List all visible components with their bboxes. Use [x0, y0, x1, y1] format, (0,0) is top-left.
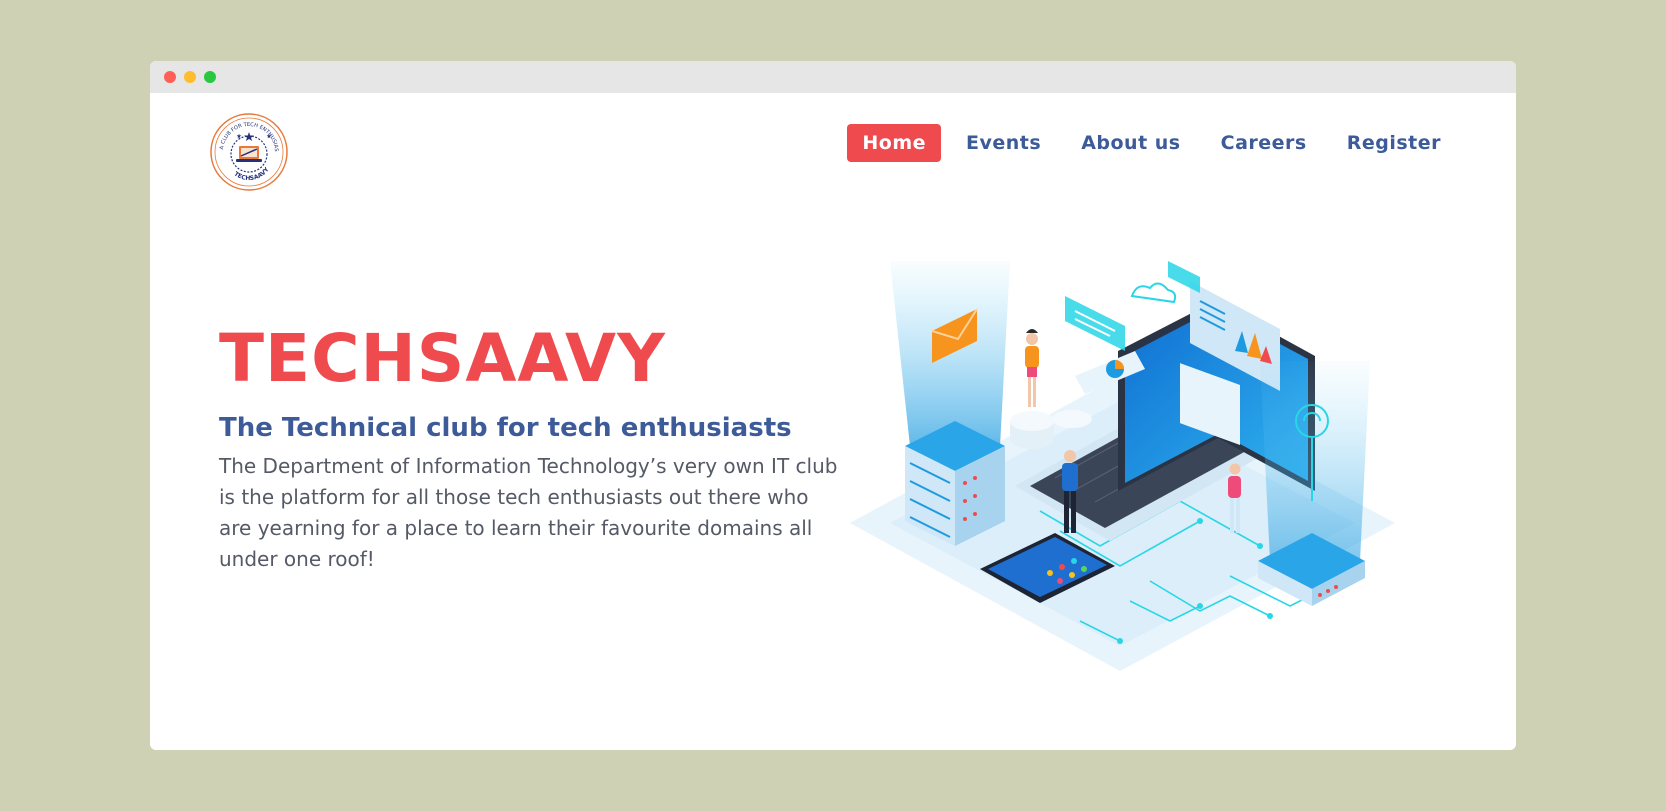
hero-description: The Department of Information Technology… [219, 454, 838, 571]
nav-careers[interactable]: Careers [1206, 124, 1322, 162]
window-titlebar [150, 61, 1516, 93]
nav-home[interactable]: Home [847, 124, 942, 162]
club-logo[interactable]: A CLUB FOR TECH ENTHUSIASTS TECHSAAVY [206, 108, 289, 192]
maximize-window-button[interactable] [204, 71, 216, 83]
hero-tagline: The Technical club for tech enthusiasts [219, 413, 792, 443]
isometric-tech-illustration-icon [850, 261, 1395, 671]
main-navigation: Home Events About us Careers Register [837, 124, 1456, 162]
close-window-button[interactable] [164, 71, 176, 83]
browser-window: A CLUB FOR TECH ENTHUSIASTS TECHSAAVY Ho… [150, 61, 1516, 750]
nav-about-us[interactable]: About us [1066, 124, 1195, 162]
hero-title: TECHSAAVY [219, 320, 666, 397]
nav-events[interactable]: Events [951, 124, 1056, 162]
club-emblem-icon: A CLUB FOR TECH ENTHUSIASTS TECHSAAVY [206, 108, 288, 191]
nav-register[interactable]: Register [1332, 124, 1456, 162]
hero-illustration [850, 201, 1440, 721]
minimize-window-button[interactable] [184, 71, 196, 83]
hero-section: TECHSAAVY The Technical club for tech en… [219, 323, 839, 575]
